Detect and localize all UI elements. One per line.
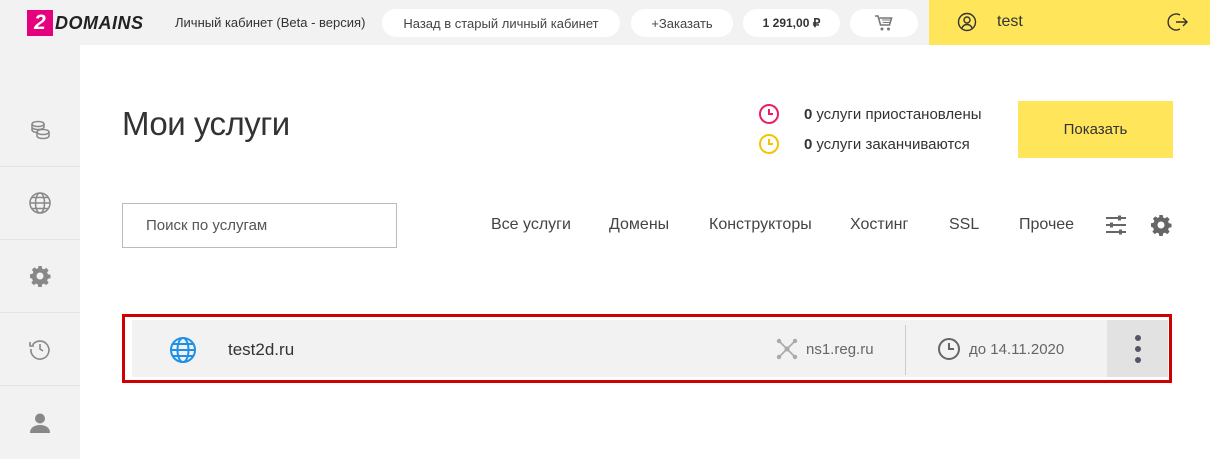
logo-badge: 2 xyxy=(27,10,53,36)
gear-icon[interactable] xyxy=(1149,213,1173,237)
logo-text: DOMAINS xyxy=(55,12,144,33)
filter-settings-icon[interactable] xyxy=(1105,214,1127,236)
clock-icon xyxy=(759,104,779,124)
tab-builders[interactable]: Конструкторы xyxy=(709,216,812,234)
tab-ssl[interactable]: SSL xyxy=(949,216,979,234)
user-icon xyxy=(30,413,50,433)
service-row[interactable]: test2d.ru ns1.reg.ru до 14.11.2020 xyxy=(122,314,1172,383)
expiring-count: 0 xyxy=(804,135,813,153)
page-title: Мои услуги xyxy=(122,105,290,142)
divider xyxy=(905,325,906,375)
suspended-count: 0 xyxy=(804,105,813,123)
globe-icon xyxy=(170,337,196,363)
gear-icon xyxy=(30,266,51,287)
service-domain[interactable]: test2d.ru xyxy=(228,340,294,360)
logo[interactable]: 2 DOMAINS xyxy=(27,10,144,36)
logout-icon[interactable] xyxy=(1167,11,1189,33)
service-more-button[interactable] xyxy=(1107,320,1168,377)
sidebar-item-settings[interactable] xyxy=(0,240,80,313)
globe-icon xyxy=(29,192,51,214)
show-button[interactable]: Показать xyxy=(1018,101,1173,158)
top-bar: 2 DOMAINS Личный кабинет (Beta - версия)… xyxy=(0,0,1210,45)
tab-other[interactable]: Прочее xyxy=(1019,216,1074,234)
username: test xyxy=(997,13,1023,30)
user-circle-icon xyxy=(957,12,977,32)
tab-all-services[interactable]: Все услуги xyxy=(491,216,571,234)
clock-icon xyxy=(938,338,960,360)
cart-icon xyxy=(875,15,893,31)
coins-icon xyxy=(31,120,50,140)
sidebar-item-profile[interactable] xyxy=(0,386,80,459)
cabinet-label: Личный кабинет (Beta - версия) xyxy=(175,15,366,30)
sidebar xyxy=(0,45,80,459)
clock-icon xyxy=(759,134,779,154)
back-to-old-cabinet-button[interactable]: Назад в старый личный кабинет xyxy=(382,9,620,37)
nameserver-icon xyxy=(776,338,798,360)
service-nameserver: ns1.reg.ru xyxy=(806,341,874,358)
user-menu[interactable]: test xyxy=(929,0,1210,45)
balance-badge[interactable]: 1 291,00 ₽ xyxy=(743,9,840,37)
cart-button[interactable] xyxy=(850,9,918,37)
service-expiry: до 14.11.2020 xyxy=(969,341,1065,358)
tab-hosting[interactable]: Хостинг xyxy=(850,216,908,234)
service-row-content: test2d.ru ns1.reg.ru до 14.11.2020 xyxy=(132,320,1168,377)
expiring-text: услуги заканчиваются xyxy=(816,135,970,153)
suspended-status: 0 услуги приостановлены xyxy=(758,103,982,125)
order-button[interactable]: +Заказать xyxy=(631,9,733,37)
tab-domains[interactable]: Домены xyxy=(609,216,669,234)
history-icon xyxy=(29,340,50,360)
sidebar-item-history[interactable] xyxy=(0,313,80,386)
sidebar-item-finance[interactable] xyxy=(0,94,80,167)
more-vertical-icon xyxy=(1134,334,1141,363)
sidebar-item-domains[interactable] xyxy=(0,167,80,240)
search-input[interactable] xyxy=(122,203,397,248)
suspended-text: услуги приостановлены xyxy=(816,105,982,123)
expiring-status: 0 услуги заканчиваются xyxy=(758,133,970,155)
